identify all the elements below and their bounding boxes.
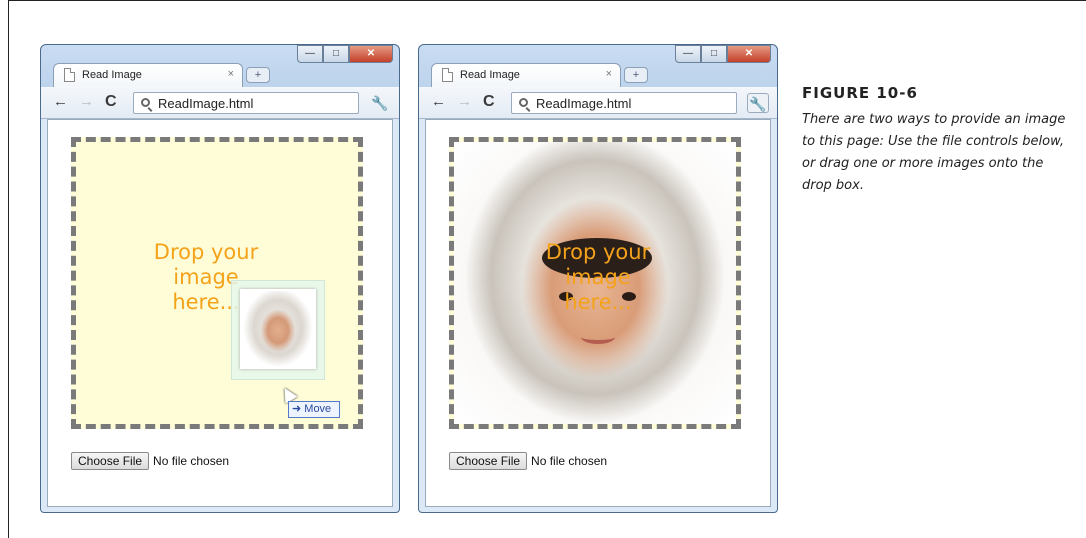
child-photo-thumbnail <box>240 289 316 369</box>
tab-close-icon[interactable]: × <box>606 68 612 80</box>
minimize-button[interactable]: — <box>297 45 323 63</box>
tab-strip: Read Image × + — □ ✕ <box>419 45 777 87</box>
browser-window-dragging: Read Image × + — □ ✕ ← → C ReadImage.htm… <box>40 44 400 513</box>
address-bar[interactable]: ReadImage.html <box>511 92 737 114</box>
window-controls: — □ ✕ <box>297 45 393 63</box>
reload-icon[interactable]: C <box>483 94 495 110</box>
choose-file-button[interactable]: Choose File <box>71 452 150 470</box>
new-tab-button[interactable]: + <box>624 67 648 83</box>
reload-icon[interactable]: C <box>105 94 117 110</box>
tab-read-image[interactable]: Read Image × <box>53 63 243 87</box>
forward-arrow-icon[interactable]: → <box>79 94 94 110</box>
new-tab-button[interactable]: + <box>246 67 270 83</box>
search-icon <box>519 98 528 107</box>
move-label: Move <box>304 403 332 415</box>
minimize-button[interactable]: — <box>675 45 701 63</box>
file-input-row: Choose File No file chosen <box>449 452 607 470</box>
figure-label: FIGURE 10-6 <box>802 84 918 102</box>
close-window-button[interactable]: ✕ <box>349 45 393 63</box>
tab-close-icon[interactable]: × <box>228 68 234 80</box>
wrench-icon[interactable]: 🔧 <box>369 93 391 113</box>
file-status: No file chosen <box>531 454 608 468</box>
close-window-button[interactable]: ✕ <box>727 45 771 63</box>
back-arrow-icon[interactable]: ← <box>431 94 446 110</box>
tab-strip: Read Image × + — □ ✕ <box>41 45 399 87</box>
search-icon <box>141 98 150 107</box>
move-badge: ➜ Move <box>288 401 340 418</box>
smile <box>581 330 615 344</box>
forward-arrow-icon[interactable]: → <box>457 94 472 110</box>
figure-description: There are two ways to provide an image t… <box>802 112 1066 193</box>
page-viewport: Drop your image here... Choose File No f… <box>425 119 771 507</box>
maximize-button[interactable]: □ <box>323 45 349 63</box>
figure-frame-top <box>8 0 1086 18</box>
address-text: ReadImage.html <box>158 96 254 111</box>
tab-title: Read Image <box>460 69 520 81</box>
tab-read-image[interactable]: Read Image × <box>431 63 621 87</box>
maximize-button[interactable]: □ <box>701 45 727 63</box>
address-bar[interactable]: ReadImage.html <box>133 92 359 114</box>
drop-box[interactable]: Drop your image here... ➜ Move <box>71 137 363 429</box>
tab-title: Read Image <box>82 69 142 81</box>
file-status: No file chosen <box>153 454 230 468</box>
dragged-image-thumbnail <box>231 280 325 380</box>
page-icon <box>442 68 453 82</box>
choose-file-button[interactable]: Choose File <box>449 452 528 470</box>
figure-frame <box>8 0 9 538</box>
browser-toolbar: ← → C ReadImage.html 🔧 <box>41 87 399 119</box>
back-arrow-icon[interactable]: ← <box>53 94 68 110</box>
address-text: ReadImage.html <box>536 96 632 111</box>
drop-prompt: Drop your image here... <box>545 240 651 314</box>
window-controls: — □ ✕ <box>675 45 771 63</box>
browser-window-dropped: Read Image × + — □ ✕ ← → C ReadImage.htm… <box>418 44 778 513</box>
page-viewport: Drop your image here... ➜ Move Choose Fi… <box>47 119 393 507</box>
wrench-icon[interactable]: 🔧 <box>747 93 769 113</box>
page-icon <box>64 68 75 82</box>
figure-caption: FIGURE 10-6 There are two ways to provid… <box>802 84 1074 197</box>
drop-box[interactable]: Drop your image here... <box>449 137 741 429</box>
browser-toolbar: ← → C ReadImage.html 🔧 <box>419 87 777 119</box>
file-input-row: Choose File No file chosen <box>71 452 229 470</box>
